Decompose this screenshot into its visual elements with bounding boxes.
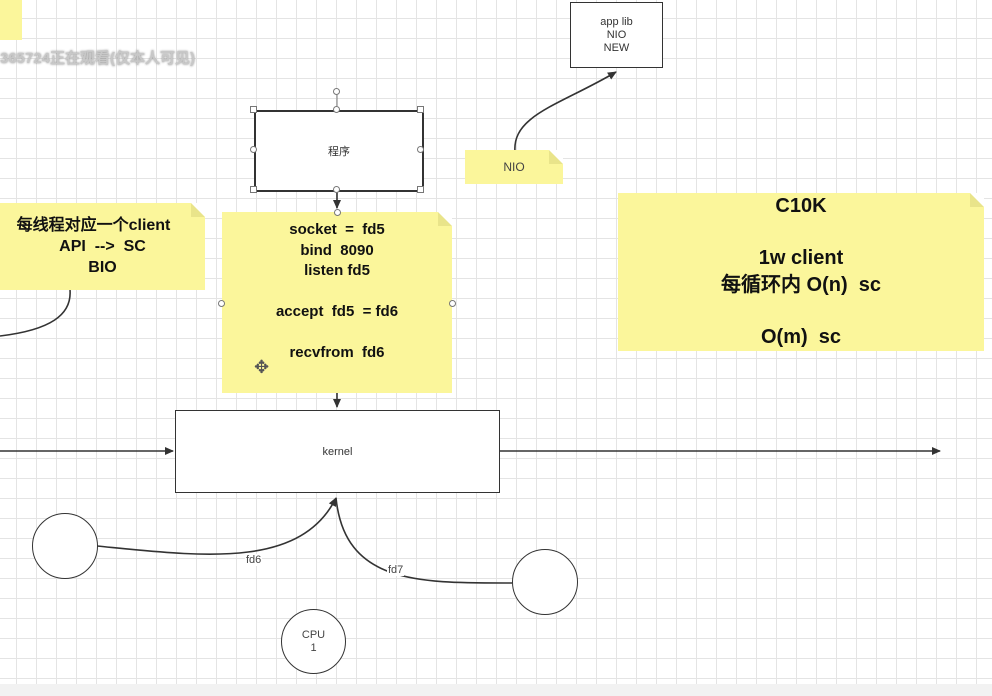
connection-point[interactable]: [449, 300, 456, 307]
client-circle-left[interactable]: [32, 513, 98, 579]
kernel-label: kernel: [322, 445, 353, 458]
note-line: socket = fd5: [289, 221, 385, 238]
app-lib-line: app lib: [600, 15, 633, 28]
note-line: C10K: [775, 195, 827, 217]
selection-handle[interactable]: [250, 106, 257, 113]
note-line: 每线程对应一个client: [16, 217, 171, 234]
selection-handle[interactable]: [417, 146, 424, 153]
program-label: 程序: [328, 146, 350, 158]
selection-handle[interactable]: [250, 186, 257, 193]
rotate-handle[interactable]: [333, 88, 340, 95]
note-fragment-top-left: [0, 0, 22, 40]
note-fold: [438, 212, 452, 226]
note-fold: [549, 150, 563, 164]
note-line: accept fd5 = fd6: [275, 303, 399, 320]
connection-point[interactable]: [334, 209, 341, 216]
edge-label-fd7: fd7: [387, 564, 405, 576]
note-fold: [191, 203, 205, 217]
cpu-label: 1: [310, 641, 317, 654]
kernel-box[interactable]: kernel: [175, 410, 500, 493]
client-circle-right[interactable]: [512, 549, 578, 615]
selection-handle[interactable]: [417, 186, 424, 193]
arrow-nio-to-app: [514, 71, 617, 153]
note-line: O(m) sc: [760, 326, 842, 348]
note-fold: [970, 193, 984, 207]
cpu-circle[interactable]: CPU 1: [281, 609, 346, 674]
note-line: 1w client: [758, 247, 844, 269]
nio-note[interactable]: NIO: [465, 150, 563, 184]
c10k-note[interactable]: C10K 1w client 每循环内 O(n) sc O(m) sc: [618, 193, 984, 351]
selection-handle[interactable]: [250, 146, 257, 153]
program-box[interactable]: 程序: [254, 110, 424, 192]
edge-fd6: [96, 497, 337, 555]
app-lib-box[interactable]: app lib NIO NEW: [570, 2, 663, 68]
app-lib-line: NEW: [603, 41, 630, 54]
viewer-watermark: 365724正在观看(仅本人可见): [0, 50, 196, 67]
selection-handle[interactable]: [333, 106, 340, 113]
edge-label-fd6: fd6: [245, 554, 263, 566]
selection-handle[interactable]: [417, 106, 424, 113]
selection-handle[interactable]: [333, 186, 340, 193]
left-note-connector: [0, 289, 71, 337]
nio-label: NIO: [503, 160, 525, 174]
note-line: listen fd5: [304, 262, 370, 279]
move-cursor-icon: ✥: [254, 357, 270, 377]
note-line: recvfrom fd6: [289, 344, 385, 361]
edge-fd7: [335, 497, 513, 584]
cpu-label: CPU: [301, 628, 326, 641]
note-line: BIO: [88, 259, 117, 276]
note-line: 每循环内 O(n) sc: [720, 274, 881, 296]
app-lib-line: NIO: [606, 28, 627, 41]
note-line: API --> SC: [59, 238, 146, 255]
note-line: bind 8090: [300, 241, 374, 259]
connection-point[interactable]: [218, 300, 225, 307]
bio-note[interactable]: 每线程对应一个client API --> SC BIO: [0, 203, 205, 290]
